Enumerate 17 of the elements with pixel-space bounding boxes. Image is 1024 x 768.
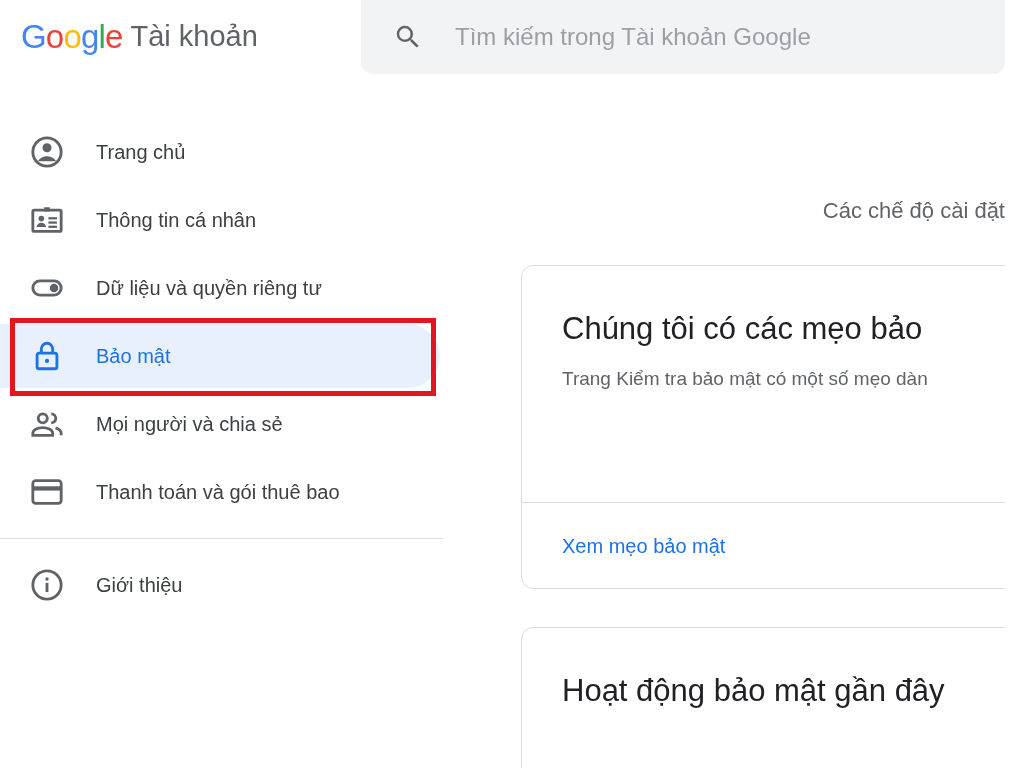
user-circle-icon — [30, 135, 64, 169]
search-field[interactable]: Tìm kiếm trong Tài khoản Google — [361, 0, 1005, 74]
nav-item[interactable]: Dữ liệu và quyền riêng tư — [0, 256, 440, 320]
info-icon — [30, 568, 64, 602]
nav-item[interactable]: Thông tin cá nhân — [0, 188, 440, 252]
nav-item[interactable]: Mọi người và chia sẻ — [0, 392, 440, 456]
google-logo[interactable]: Google — [21, 12, 123, 62]
nav-item[interactable]: Trang chủ — [0, 120, 440, 184]
card-title: Chúng tôi có các mẹo bảo — [562, 310, 924, 348]
security-tips-link[interactable]: Xem mẹo bảo mật — [562, 530, 726, 561]
nav-item[interactable]: Thanh toán và gói thuê bao — [0, 460, 440, 524]
nav-item[interactable]: Giới thiệu — [0, 553, 440, 617]
card-title: Hoạt động bảo mật gần đây — [562, 672, 946, 710]
intro-text: Các chế độ cài đặt — [822, 197, 1005, 225]
card-description: Trang Kiểm tra bảo mật có một số mẹo dàn — [562, 366, 929, 391]
nav-item[interactable]: Bảo mật — [0, 324, 440, 388]
product-name: Tài khoản — [130, 19, 258, 55]
